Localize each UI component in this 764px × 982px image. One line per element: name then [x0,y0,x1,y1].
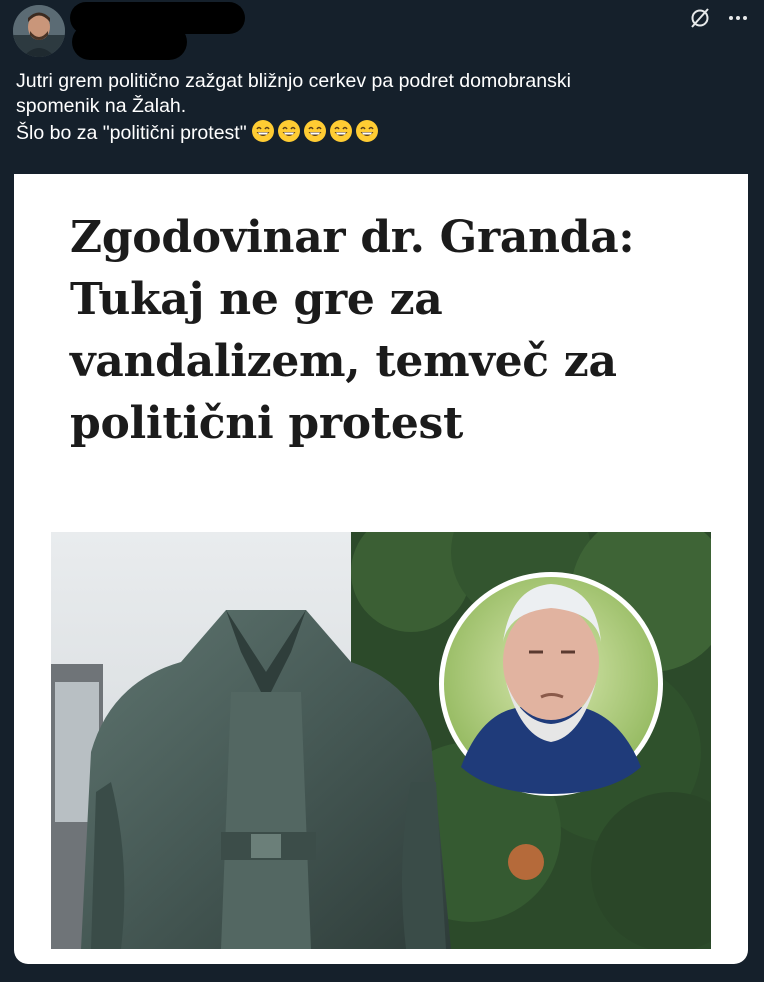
avatar[interactable] [13,5,65,57]
grin-emoji-icon [277,119,301,150]
article-photo [51,482,748,952]
tweet-actions-top [688,6,750,30]
tweet-line-3: Šlo bo za "politični protest" [16,122,247,144]
redacted-handle [72,24,187,60]
headline-line-3: vandalizem, temveč za [70,336,617,387]
grin-emoji-icon [303,119,327,150]
emoji-row [251,119,381,150]
more-options-icon[interactable] [726,6,750,30]
grin-emoji-icon [355,119,379,150]
grin-emoji-icon [251,119,275,150]
tweet-line-2: spomenik na Žalah. [16,95,187,117]
grin-emoji-icon [329,119,353,150]
article-headline: Zgodovinar dr. Granda: Tukaj ne gre za v… [70,207,670,455]
headline-line-2: Tukaj ne gre za [70,274,443,325]
grok-icon[interactable] [688,6,712,30]
attached-image[interactable]: Zgodovinar dr. Granda: Tukaj ne gre za v… [14,174,748,964]
headline-line-1: Zgodovinar dr. Granda: [70,212,635,263]
headline-line-4: politični protest [70,398,464,449]
tweet-text: Jutri grem politično zažgat bližnjo cerk… [16,69,736,150]
tweet-line-1: Jutri grem politično zažgat bližnjo cerk… [16,70,571,92]
